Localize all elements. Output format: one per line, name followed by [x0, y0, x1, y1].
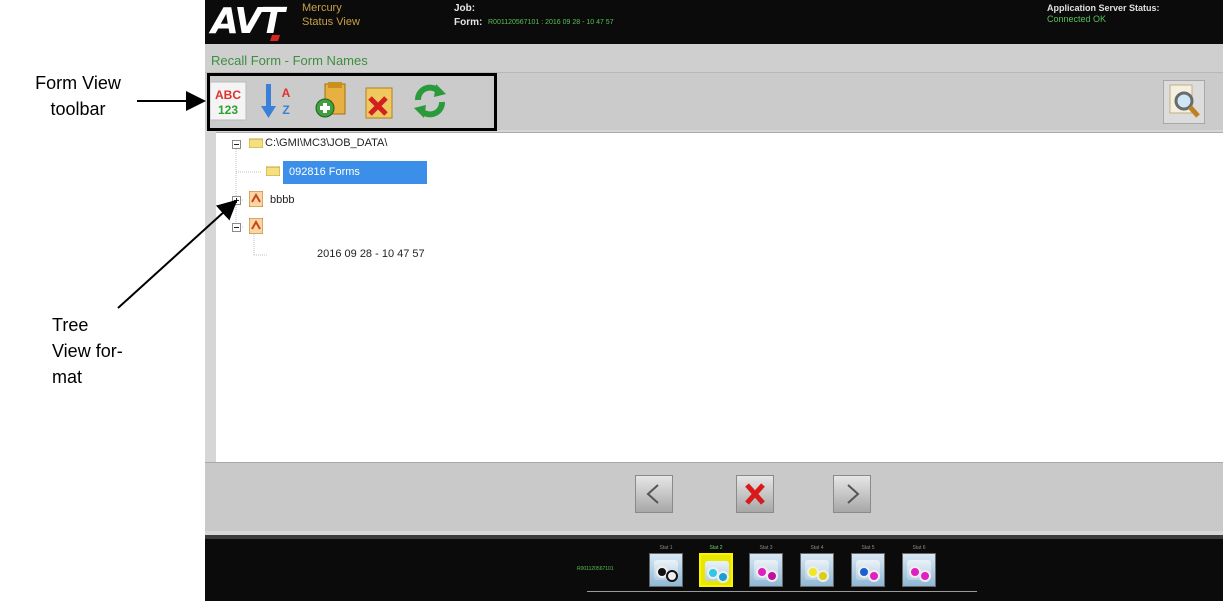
forward-button[interactable] — [833, 475, 871, 513]
folder-icon — [266, 166, 280, 176]
back-button[interactable] — [635, 475, 673, 513]
app-name: Mercury — [302, 2, 342, 14]
page-title: Recall Form - Form Names — [211, 53, 368, 68]
form-node-icon — [249, 218, 263, 234]
station-label: Stat 5 — [861, 545, 875, 551]
station-icon — [699, 553, 733, 587]
server-status-label: Application Server Status: — [1047, 3, 1160, 13]
job-label: Job: — [454, 3, 476, 14]
footer-job-id: R001120567101 — [577, 566, 614, 572]
tree-annotation-line3: mat — [52, 367, 83, 387]
footer-bar: R001120567101 Stat 1 Stat 2 Stat 3 Stat … — [205, 535, 1223, 601]
toolbar-highlight-box — [207, 73, 497, 131]
station-label: Stat 6 — [912, 545, 926, 551]
x-icon — [745, 483, 765, 505]
form-node-icon — [249, 191, 263, 207]
header-bar: AVT Mercury Status View Job: Form: R0011… — [205, 0, 1223, 44]
toolbar-annotation-line1: Form View — [35, 73, 121, 93]
folder-icon — [249, 138, 263, 148]
station-label: Stat 4 — [810, 545, 824, 551]
form-value: R001120567101 : 2016 09 28 - 10 47 57 — [488, 19, 614, 26]
chevron-left-icon — [646, 484, 659, 504]
tree-annotation-line1: Tree — [52, 315, 89, 335]
station-icon — [851, 553, 885, 587]
toolbar-annotation-line2: toolbar — [50, 99, 106, 119]
tree-item-timestamp[interactable]: 2016 09 28 - 10 47 57 — [317, 248, 425, 260]
server-status-value: Connected OK — [1047, 14, 1107, 24]
form-label: Form: — [454, 17, 483, 28]
station-label: Stat 1 — [659, 545, 673, 551]
chevron-right-icon — [847, 484, 860, 504]
station-label: Stat 3 — [759, 545, 773, 551]
tree-root-label[interactable]: C:\GMI\MC3\JOB_DATA\ — [265, 137, 387, 149]
station-icon — [902, 553, 936, 587]
navigation-bar — [205, 462, 1223, 531]
tree-item-092816-forms[interactable]: 092816 Forms — [283, 161, 427, 184]
tree-view: C:\GMI\MC3\JOB_DATA\ 092816 Forms bbbb 2… — [216, 132, 1223, 462]
collapse-node-toggle[interactable] — [232, 223, 241, 232]
toolbar-annotation: Form View toolbar — [8, 70, 148, 122]
magnifier-icon[interactable] — [1163, 80, 1205, 124]
station-icon — [749, 553, 783, 587]
tree-annotation-line2: View for- — [52, 341, 123, 361]
collapse-root-toggle[interactable] — [232, 140, 241, 149]
tree-item-bbbb[interactable]: bbbb — [270, 194, 294, 206]
station-icon — [649, 553, 683, 587]
expand-node-toggle[interactable] — [232, 196, 241, 205]
app-subtitle: Status View — [302, 16, 360, 28]
station-icon — [800, 553, 834, 587]
tree-annotation: Tree View for- mat — [52, 312, 162, 390]
subtitle-bar: Recall Form - Form Names — [205, 44, 1223, 73]
cancel-button[interactable] — [736, 475, 774, 513]
station-label: Stat 2 — [709, 545, 723, 551]
footer-divider — [205, 535, 1223, 539]
footer-underline — [587, 591, 977, 592]
